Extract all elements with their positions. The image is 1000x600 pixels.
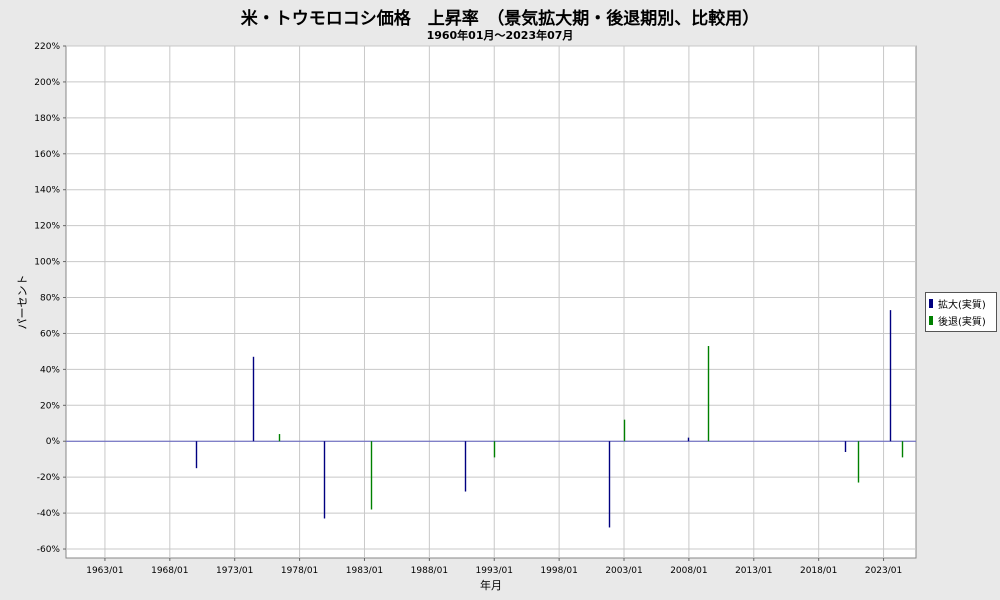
x-tick-label: 2008/01 [670,566,707,576]
x-tick-label: 1988/01 [411,566,448,576]
y-tick-label: -40% [37,509,61,519]
x-tick-label: 2003/01 [605,566,642,576]
legend-label: 拡大(実質) [938,300,986,311]
x-tick-label: 1973/01 [216,566,253,576]
y-tick-label: -20% [37,473,61,483]
y-tick-label: 120% [34,222,60,232]
y-tick-label: 100% [34,258,60,268]
x-tick-label: 2018/01 [800,566,837,576]
x-tick-label: 1963/01 [86,566,123,576]
legend-swatch [929,299,933,308]
x-tick-label: 1978/01 [281,566,318,576]
y-tick-label: 40% [40,365,60,375]
legend-item: 拡大(実質) [929,295,993,312]
y-tick-label: 220% [34,42,60,52]
x-tick-label: 1993/01 [476,566,513,576]
y-axis-ticks: 220% 200% 180% 160% 140% 120% 100% 80% 60% 40% 20%… [34,42,66,555]
y-tick-label: 160% [34,150,60,160]
y-axis-title: パーセント [16,275,29,330]
legend-swatch [929,316,933,325]
chart-area: 220% 200% 180% 160% 140% 120% 100% 80% 60% 40% 20%… [16,42,917,592]
y-tick-label: 60% [40,329,60,339]
x-tick-label: 2013/01 [735,566,772,576]
x-tick-label: 2023/01 [865,566,902,576]
x-tick-label: 1998/01 [540,566,577,576]
y-tick-label: 80% [40,294,60,304]
legend-item: 後退(実質) [929,312,993,329]
x-axis-ticks: 1963/01 1968/01 1973/01 1978/01 1983/01 1988/… [86,558,902,576]
y-tick-label: 0% [46,437,61,447]
y-tick-label: 20% [40,401,60,411]
plot-background [65,45,917,559]
x-tick-label: 1968/01 [151,566,188,576]
legend-label: 後退(実質) [938,317,986,328]
x-axis-title: 年月 [480,578,502,592]
legend: 拡大(実質) 後退(実質) [925,292,997,332]
y-tick-label: -60% [37,545,61,555]
y-tick-label: 200% [34,78,60,88]
y-tick-label: 140% [34,186,60,196]
x-tick-label: 1983/01 [346,566,383,576]
y-tick-label: 180% [34,114,60,124]
